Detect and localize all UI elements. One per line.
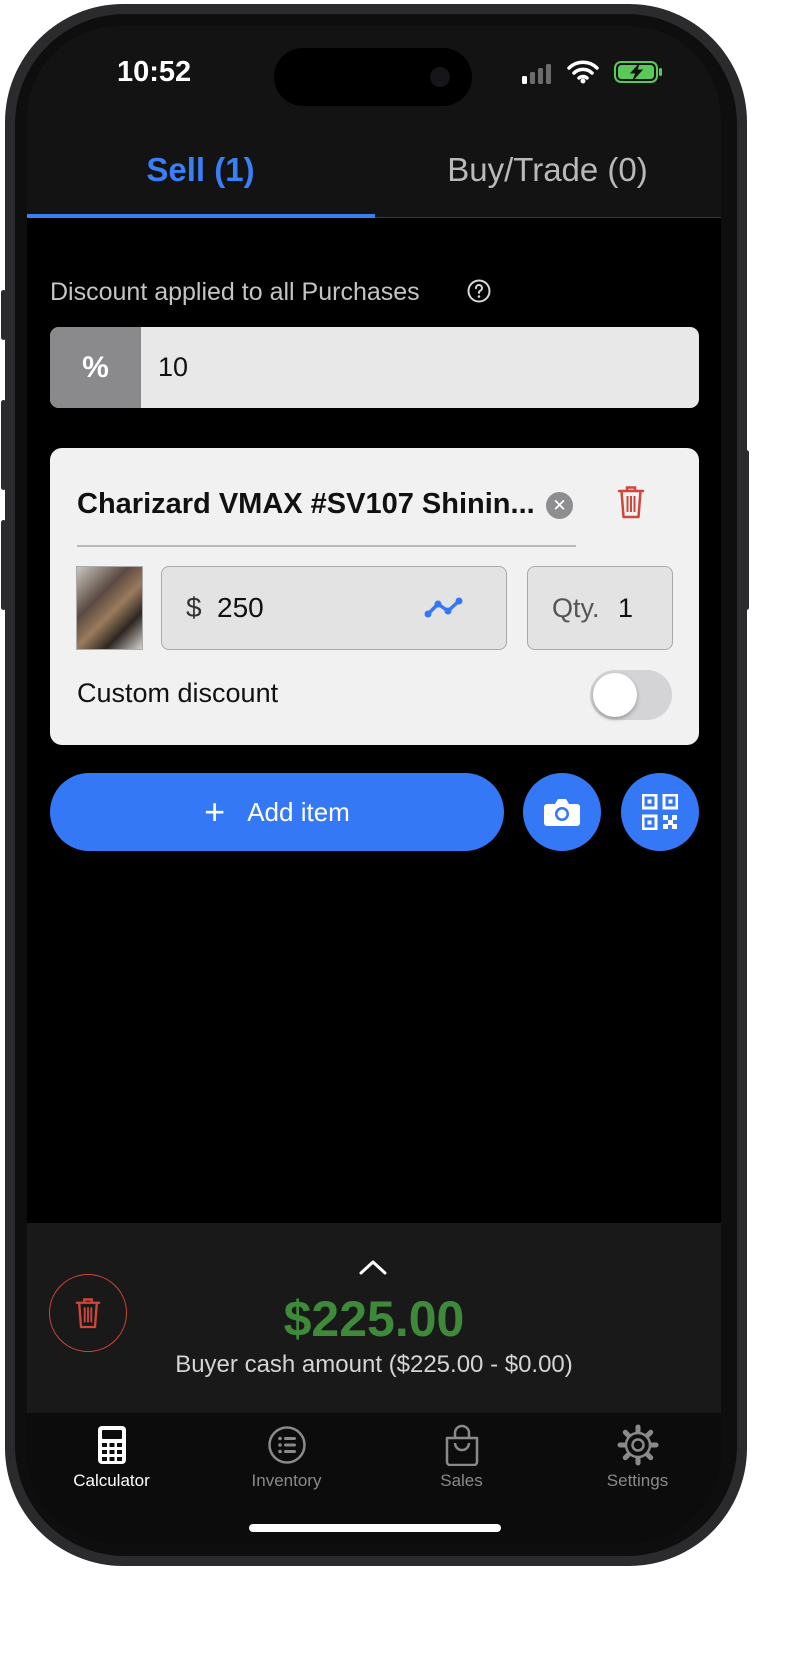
discount-input[interactable]: % 10: [50, 327, 699, 408]
volume-down-button: [1, 520, 6, 610]
tab-inventory[interactable]: Inventory: [200, 1423, 373, 1491]
price-value[interactable]: 250: [217, 567, 264, 649]
summary-panel: $225.00 Buyer cash amount ($225.00 - $0.…: [27, 1223, 721, 1413]
active-tab-indicator: [27, 214, 375, 218]
power-button: [744, 450, 749, 610]
tab-inventory-label: Inventory: [251, 1471, 322, 1490]
silent-switch: [1, 290, 6, 340]
clear-title-icon[interactable]: ✕: [546, 492, 573, 519]
toggle-knob: [593, 673, 637, 717]
segment-tabs: Sell (1) Buy/Trade (0): [27, 122, 721, 218]
card-thumbnail[interactable]: [76, 566, 143, 650]
buyer-cash-line: Buyer cash amount ($225.00 - $0.00): [175, 1351, 573, 1378]
discount-value[interactable]: 10: [158, 327, 188, 408]
tab-calculator[interactable]: Calculator: [27, 1423, 198, 1491]
price-input[interactable]: $ 250: [161, 566, 507, 650]
tab-calculator-label: Calculator: [73, 1471, 150, 1490]
tab-sell[interactable]: Sell (1): [27, 122, 374, 217]
price-trend-icon[interactable]: [424, 595, 464, 621]
shopping-bag-icon: [445, 1424, 478, 1466]
home-indicator[interactable]: [249, 1524, 501, 1532]
percent-prefix: %: [50, 327, 141, 408]
gear-icon: [617, 1424, 658, 1466]
camera-button[interactable]: [523, 773, 601, 851]
chevron-up-icon[interactable]: [358, 1258, 388, 1276]
title-divider: [77, 545, 576, 547]
calculator-icon: [97, 1426, 126, 1464]
custom-discount-label: Custom discount: [77, 678, 279, 708]
quantity-label: Qty.: [552, 592, 600, 623]
screen: 10:52 Sell (1) Buy/Trade (0) Discount ap…: [27, 26, 721, 1543]
dynamic-island: [274, 48, 472, 106]
qr-code-icon: [642, 794, 678, 830]
tab-buy-trade[interactable]: Buy/Trade (0): [374, 122, 721, 217]
item-title[interactable]: Charizard VMAX #SV107 Shinin...: [77, 488, 535, 521]
wifi-icon: [567, 60, 599, 84]
item-card: Charizard VMAX #SV107 Shinin... ✕ $ 250 …: [50, 448, 699, 745]
front-camera: [430, 67, 450, 87]
total-amount: $225.00: [283, 1291, 465, 1347]
tab-settings-label: Settings: [606, 1471, 669, 1490]
currency-symbol: $: [186, 592, 202, 623]
quantity-value[interactable]: 1: [618, 567, 633, 649]
signal-icon: [522, 64, 551, 84]
status-time: 10:52: [117, 56, 192, 88]
plus-icon: +: [204, 791, 226, 832]
tab-settings[interactable]: Settings: [551, 1423, 721, 1491]
tab-sales[interactable]: Sales: [375, 1423, 548, 1491]
list-icon: [267, 1426, 306, 1464]
tab-sales-label: Sales: [440, 1471, 483, 1490]
battery-charging-icon: [614, 61, 662, 83]
discount-label: Discount applied to all Purchases: [50, 278, 420, 306]
volume-up-button: [1, 400, 6, 490]
help-icon[interactable]: [467, 279, 491, 303]
add-item-button[interactable]: + Add item: [50, 773, 504, 851]
camera-icon: [544, 799, 580, 826]
quantity-input[interactable]: Qty. 1: [527, 566, 673, 650]
status-bar: 10:52: [27, 26, 721, 122]
delete-item-icon[interactable]: [616, 484, 646, 520]
qr-scan-button[interactable]: [621, 773, 699, 851]
custom-discount-toggle[interactable]: [590, 670, 672, 720]
add-item-label: Add item: [247, 796, 350, 827]
